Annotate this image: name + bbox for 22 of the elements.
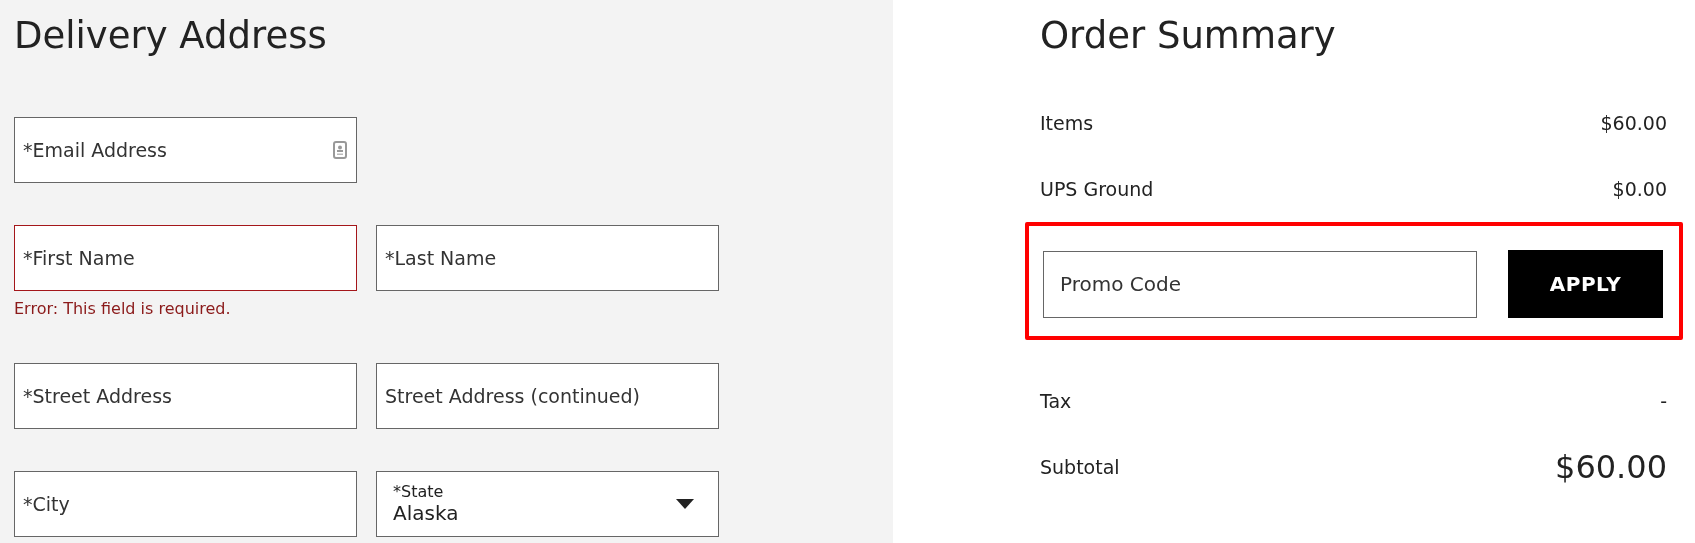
contact-card-icon[interactable] xyxy=(333,141,347,159)
line-label: Items xyxy=(1040,112,1094,134)
input-field[interactable]: *City xyxy=(14,471,357,537)
input-field[interactable]: *Email Address xyxy=(14,117,357,183)
line-amount: - xyxy=(1660,390,1667,412)
error-message: Error: This field is required. xyxy=(14,299,232,318)
line-amount: $0.00 xyxy=(1612,178,1667,200)
line-label: Tax xyxy=(1040,390,1072,412)
line-label: UPS Ground xyxy=(1040,178,1154,200)
state-dropdown[interactable]: *State Alaska xyxy=(376,471,719,537)
line-label: Subtotal xyxy=(1040,456,1120,478)
input-field[interactable]: *First Name xyxy=(14,225,357,291)
section-title: Order Summary xyxy=(1040,13,1337,59)
line-amount: $60.00 xyxy=(1600,112,1667,134)
caret-icon xyxy=(676,499,694,509)
input-field[interactable]: Street Address (continued) xyxy=(376,363,719,429)
input-field[interactable]: *Last Name xyxy=(376,225,719,291)
input-field[interactable]: *Street Address xyxy=(14,363,357,429)
line-amount: $60.00 xyxy=(1555,448,1667,486)
section-title: Delivery Address xyxy=(14,13,328,59)
promo-code-field[interactable]: Promo Code xyxy=(1043,250,1477,318)
apply-button[interactable]: APPLY xyxy=(1508,250,1663,318)
